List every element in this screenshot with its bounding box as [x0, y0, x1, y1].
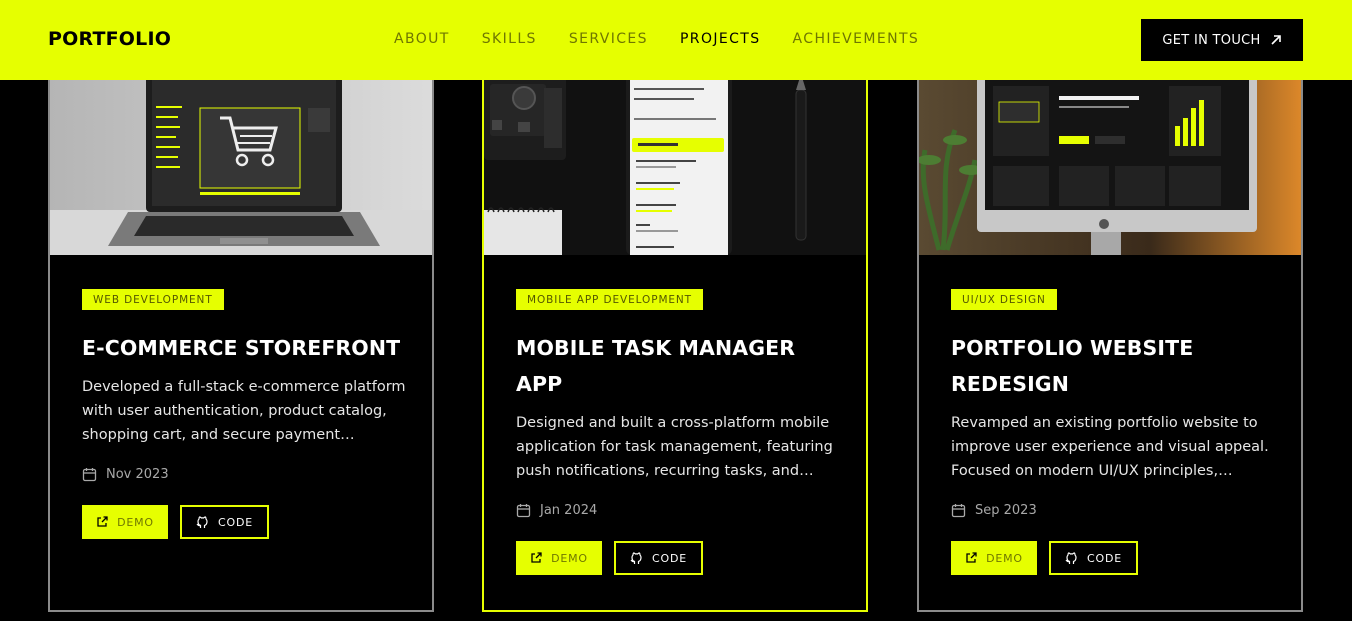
demo-button[interactable]: DEMO [516, 541, 602, 575]
calendar-icon [951, 504, 966, 518]
project-description: Designed and built a cross-platform mobi… [516, 415, 833, 479]
calendar-icon [516, 504, 531, 518]
arrow-up-right-icon [1271, 35, 1281, 45]
demo-label: DEMO [117, 515, 154, 529]
code-label: CODE [1087, 551, 1122, 565]
external-link-icon [97, 516, 108, 527]
project-actions: DEMO CODE [516, 541, 842, 575]
project-category-tag: WEB DEVELOPMENT [82, 289, 224, 310]
code-label: CODE [218, 515, 253, 529]
project-card-portfolio-redesign: UI/UX DESIGN PORTFOLIO WEBSITE REDESIGN … [917, 60, 1303, 612]
nav-skills[interactable]: SKILLS [482, 31, 537, 47]
project-title: E-COMMERCE STOREFRONT [82, 336, 401, 360]
github-icon [1065, 551, 1077, 564]
project-card-task-manager: MOBILE APP DEVELOPMENT MOBILE TASK MANAG… [482, 60, 868, 612]
code-label: CODE [652, 551, 687, 565]
project-actions: DEMO CODE [82, 505, 408, 539]
demo-button[interactable]: DEMO [951, 541, 1037, 575]
project-description: Revamped an existing portfolio website t… [951, 415, 1269, 479]
project-image-laptop [50, 60, 432, 255]
demo-label: DEMO [986, 551, 1023, 565]
demo-label: DEMO [551, 551, 588, 565]
project-date: Nov 2023 [82, 467, 408, 482]
project-card-body: MOBILE APP DEVELOPMENT MOBILE TASK MANAG… [516, 289, 842, 575]
github-icon [630, 551, 642, 564]
project-category-tag: UI/UX DESIGN [951, 289, 1057, 310]
project-category-tag: MOBILE APP DEVELOPMENT [516, 289, 704, 310]
main-nav: ABOUT SKILLS SERVICES PROJECTS ACHIEVEME… [394, 31, 951, 47]
get-in-touch-label: GET IN TOUCH [1162, 32, 1261, 48]
site-logo[interactable]: PORTFOLIO [48, 28, 171, 50]
get-in-touch-button[interactable]: GET IN TOUCH [1141, 19, 1303, 61]
project-date-text: Sep 2023 [975, 503, 1037, 518]
project-date: Sep 2023 [951, 503, 1277, 518]
project-card-body: UI/UX DESIGN PORTFOLIO WEBSITE REDESIGN … [951, 289, 1277, 575]
demo-button[interactable]: DEMO [82, 505, 168, 539]
project-card-body: WEB DEVELOPMENT E-COMMERCE STOREFRONT De… [82, 289, 408, 539]
project-title: PORTFOLIO WEBSITE REDESIGN [951, 336, 1194, 396]
project-title: MOBILE TASK MANAGER APP [516, 336, 796, 396]
external-link-icon [966, 552, 977, 563]
project-actions: DEMO CODE [951, 541, 1277, 575]
site-header: PORTFOLIO ABOUT SKILLS SERVICES PROJECTS… [0, 0, 1352, 80]
project-image-phone [484, 60, 866, 255]
project-description: Developed a full-stack e-commerce platfo… [82, 379, 406, 443]
code-button[interactable]: CODE [1049, 541, 1138, 575]
code-button[interactable]: CODE [614, 541, 703, 575]
calendar-icon [82, 468, 97, 482]
github-icon [196, 515, 208, 528]
project-card-ecommerce: WEB DEVELOPMENT E-COMMERCE STOREFRONT De… [48, 60, 434, 612]
project-date-text: Jan 2024 [540, 503, 598, 518]
nav-services[interactable]: SERVICES [569, 31, 648, 47]
external-link-icon [531, 552, 542, 563]
project-image-monitor [919, 60, 1301, 255]
code-button[interactable]: CODE [180, 505, 269, 539]
project-date-text: Nov 2023 [106, 467, 169, 482]
nav-about[interactable]: ABOUT [394, 31, 450, 47]
nav-projects[interactable]: PROJECTS [680, 31, 761, 47]
project-date: Jan 2024 [516, 503, 842, 518]
nav-achievements[interactable]: ACHIEVEMENTS [793, 31, 920, 47]
